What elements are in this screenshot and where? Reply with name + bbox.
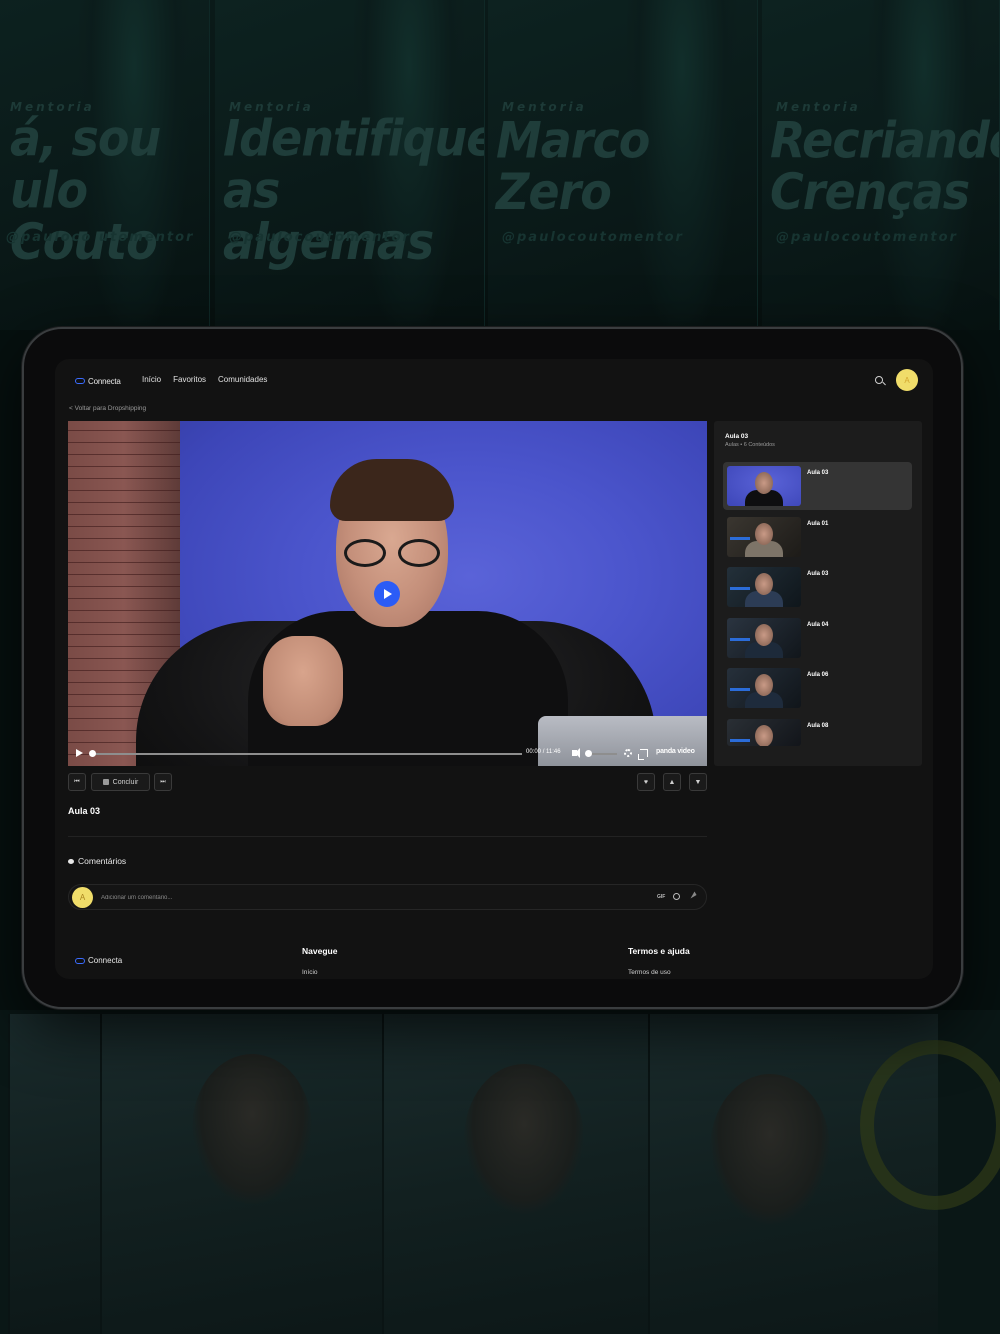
time-separator: / [542,749,545,755]
playlist-item[interactable]: Aula 06 [723,664,912,712]
tablet-frame: Connecta Início Favoritos Comunidades A … [22,327,963,1009]
search-icon[interactable] [875,376,883,384]
back-link[interactable]: < Voltar para Dropshipping [69,405,146,412]
playlist-item[interactable]: Aula 04 [723,614,912,662]
nav-item-favoritos[interactable]: Favoritos [173,375,206,384]
comment-avatar: A [72,887,93,908]
duration: 11:46 [546,749,561,755]
video-player[interactable]: 00:00 / 11:46 panda video [68,421,707,766]
lesson-title: Aula 03 [68,806,101,816]
thumbs-down-icon: ▼ [694,778,702,786]
lesson-playlist: Aula 03 Aulas • 6 Conteúdos Aula 03 Aula… [714,421,922,766]
nav-item-inicio[interactable]: Início [142,375,161,384]
poster: Mentoria Identifique as algemas @pauloco… [215,0,485,330]
player-brand: panda video [656,748,695,755]
time-display: 00:00 / 11:46 [526,749,561,755]
user-avatar[interactable]: A [896,369,918,391]
playlist-item[interactable]: Aula 03 [723,462,912,510]
logo-text: Connecta [88,376,121,386]
divider [68,836,707,837]
favorite-button[interactable]: ♥ [637,773,655,791]
complete-label: Concluir [112,778,139,786]
background-posters-bottom [0,1010,1000,1334]
playlist-item[interactable]: Aula 03 [723,563,912,611]
playlist-item-label: Aula 04 [807,622,829,628]
thumbs-up-icon: ▲ [668,778,676,786]
comment-input[interactable] [101,891,601,905]
playlist-item[interactable]: Aula 01 [723,513,912,561]
footer-logo[interactable]: Connecta [75,956,122,965]
poster-handle: @paulocoutomentor [776,230,958,245]
logo-icon [75,378,85,384]
playlist-item-label: Aula 08 [807,723,829,729]
gear-icon[interactable] [624,749,632,757]
lesson-thumbnail [727,567,801,607]
lesson-thumbnail [727,466,801,506]
previous-lesson-button[interactable]: ⏮ [68,773,86,791]
lesson-thumbnail [727,618,801,658]
poster-title: Recriando Crenças [770,110,1000,222]
footer-terms-heading: Termos e ajuda [628,946,690,956]
footer-nav-heading: Navegue [302,946,338,956]
skip-back-icon: ⏮ [74,778,80,785]
playlist-item[interactable]: Aula 08 [723,715,912,763]
dislike-button[interactable]: ▼ [689,773,707,791]
footer-link-terms[interactable]: Termos de uso [628,969,671,976]
poster: Mentoria Marco Zero @paulocoutomentor [488,0,758,330]
comments-heading: Comentários [68,856,126,866]
logo-icon [75,957,85,964]
poster-handle: @paulocoutomentor [502,230,684,245]
fullscreen-icon[interactable] [638,749,648,760]
poster: Mentoria Recriando Crenças @paulocoutome… [762,0,1000,330]
lesson-thumbnail [727,668,801,708]
volume-muted-icon[interactable] [572,748,580,758]
poster-handle: @pauloco utomentor [6,230,195,245]
comment-bubble-icon [68,858,74,864]
brand-logo[interactable]: Connecta [75,375,121,387]
like-button[interactable]: ▲ [663,773,681,791]
playlist-item-label: Aula 03 [807,470,829,476]
poster-handle: @paulocoutomentor [229,230,411,245]
volume-handle[interactable] [585,750,592,757]
lesson-thumbnail [727,719,801,746]
current-time: 00:00 [526,749,542,755]
app-screen: Connecta Início Favoritos Comunidades A … [55,359,933,979]
player-controls: 00:00 / 11:46 panda video [68,745,707,763]
playlist-item-label: Aula 03 [807,571,829,577]
emoji-icon[interactable] [673,893,680,900]
comments-heading-text: Comentários [78,856,127,866]
play-overlay-button[interactable] [374,581,400,607]
top-navigation: Connecta Início Favoritos Comunidades A [55,359,933,403]
playlist-item-label: Aula 06 [807,672,829,678]
poster: Mentoria á, sou ulo Couto @pauloco utome… [0,0,210,330]
playlist-subtitle: Aulas • 6 Conteúdos [725,442,775,448]
lesson-thumbnail [727,517,801,557]
send-icon[interactable] [688,891,697,899]
comment-composer: A GIF [68,884,707,910]
background-posters-top: Mentoria á, sou ulo Couto @pauloco utome… [0,0,1000,340]
heart-icon: ♥ [643,778,649,786]
footer-link-inicio[interactable]: Início [302,969,318,976]
skip-forward-icon: ⏭ [160,778,166,785]
poster-title: Marco Zero [496,110,650,222]
gif-button[interactable]: GIF [657,894,665,900]
checkbox-icon [102,779,109,785]
complete-button[interactable]: Concluir [91,773,150,791]
playlist-item-label: Aula 01 [807,521,829,527]
nav-item-comunidades[interactable]: Comunidades [218,375,267,384]
playlist-title: Aula 03 [725,433,749,440]
progress-handle[interactable] [89,750,96,757]
play-icon[interactable] [76,749,83,757]
main-nav: Início Favoritos Comunidades [142,375,267,384]
next-lesson-button[interactable]: ⏭ [154,773,172,791]
progress-track[interactable] [92,753,522,755]
footer-logo-text: Connecta [88,956,123,965]
